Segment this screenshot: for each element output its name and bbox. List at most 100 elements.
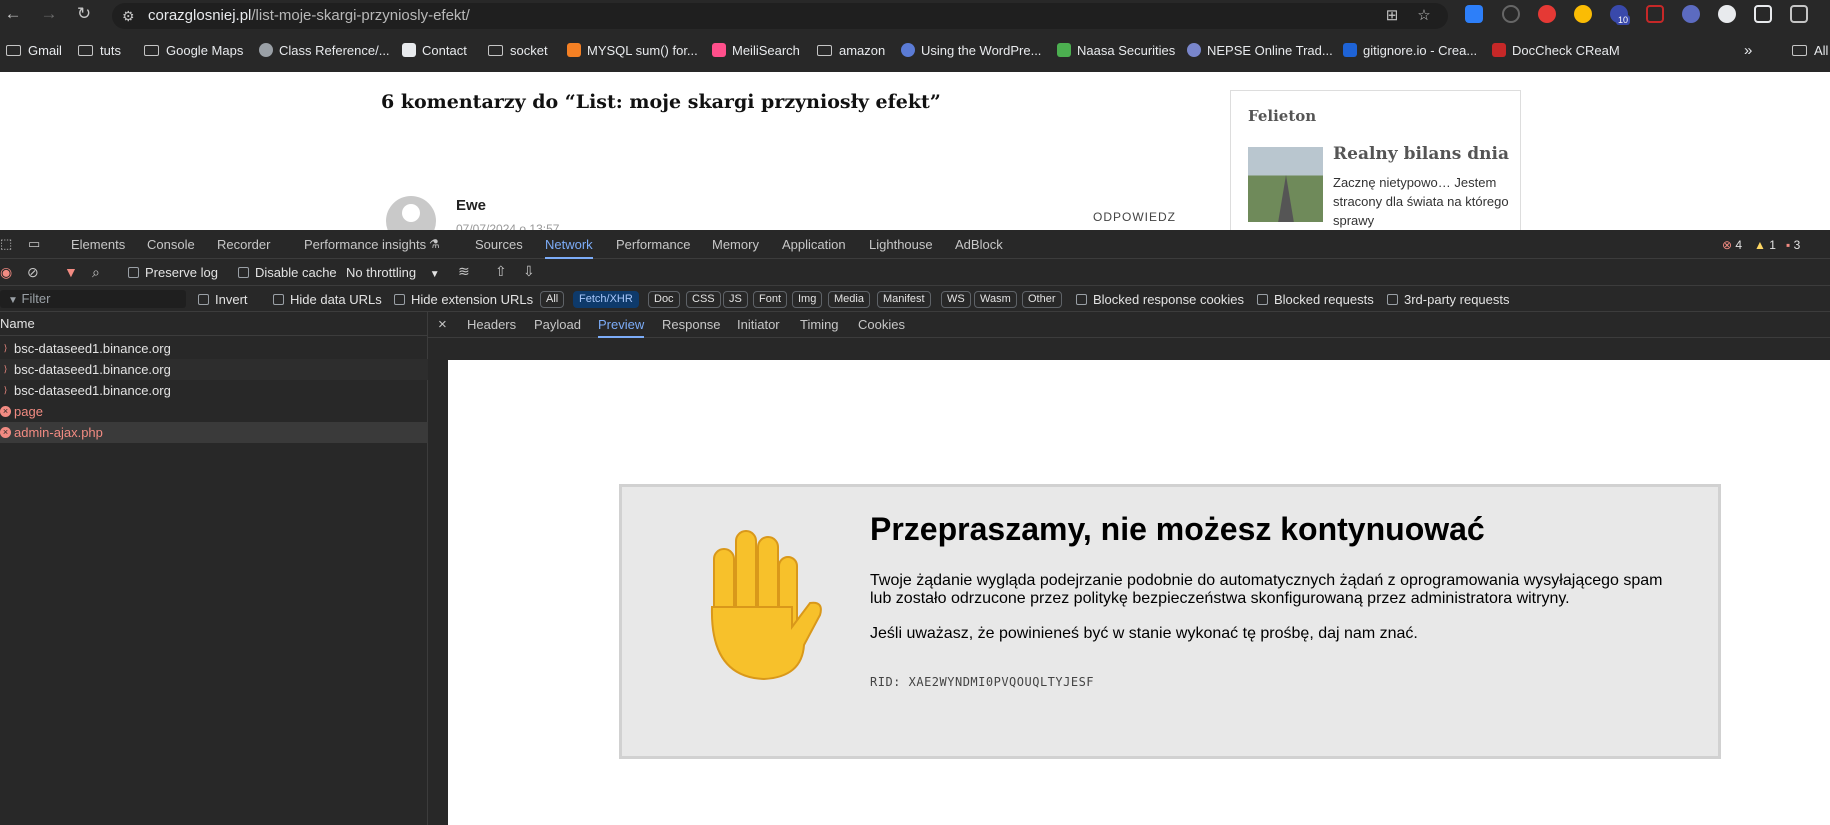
comment-date[interactable]: 07/07/2024 o 13:57 — [456, 222, 559, 230]
tab-performance-insights[interactable]: Performance insights — [304, 230, 426, 259]
tab-recorder[interactable]: Recorder — [217, 230, 270, 259]
bookmark-socket[interactable]: socket — [488, 40, 548, 62]
bookmark-doccheck[interactable]: DocCheck CReaM — [1492, 40, 1620, 62]
network-toolbar: ◉ ⊘ ▼ ⌕ Preserve log Disable cache No th… — [0, 259, 1830, 286]
type-filter-font[interactable]: Font — [753, 291, 788, 308]
tab-timing[interactable]: Timing — [800, 312, 839, 338]
hide-extension-urls-checkbox[interactable]: Hide extension URLs — [394, 292, 533, 307]
address-bar[interactable]: ⚙ corazglosniej.pl/list-moje-skargi-przy… — [112, 3, 1448, 29]
export-har-icon[interactable]: ⇩ — [523, 263, 535, 280]
bookmark-contact[interactable]: Contact — [402, 40, 467, 62]
request-row[interactable]: ⟩ bsc-dataseed1.binance.org — [0, 359, 428, 380]
type-filter-other[interactable]: Other — [1022, 291, 1062, 308]
disable-cache-checkbox[interactable]: Disable cache — [238, 265, 337, 280]
extensions-puzzle-icon[interactable] — [1790, 5, 1808, 23]
close-icon[interactable]: × — [438, 316, 447, 333]
tab-preview[interactable]: Preview — [598, 312, 645, 338]
invert-checkbox[interactable]: Invert — [198, 292, 248, 307]
tab-performance[interactable]: Performance — [616, 230, 690, 259]
tab-elements[interactable]: Elements — [71, 230, 125, 259]
tab-network[interactable]: Network — [545, 230, 593, 259]
site-info-icon[interactable]: ⚙ — [122, 3, 135, 29]
request-name: bsc-dataseed1.binance.org — [14, 362, 171, 377]
extension-icon-6[interactable] — [1646, 5, 1664, 23]
inspect-element-icon[interactable]: ⬚ — [0, 236, 12, 252]
filter-icon[interactable]: ▼ — [64, 264, 78, 280]
bookmark-google-maps[interactable]: Google Maps — [144, 40, 243, 62]
extension-icon-8[interactable] — [1718, 5, 1736, 23]
reply-link[interactable]: ODPOWIEDZ — [1093, 210, 1176, 224]
type-filter-media[interactable]: Media — [828, 291, 870, 308]
checkbox-label: Blocked response cookies — [1093, 292, 1245, 307]
tab-sources[interactable]: Sources — [475, 230, 523, 259]
network-conditions-icon[interactable]: ≋ — [458, 263, 470, 280]
preserve-log-checkbox[interactable]: Preserve log — [128, 265, 218, 280]
extension-icon-9[interactable] — [1754, 5, 1772, 23]
article-thumbnail[interactable] — [1248, 147, 1323, 222]
all-bookmarks[interactable]: All — [1792, 40, 1828, 62]
forward-icon[interactable]: → — [38, 3, 60, 25]
bookmark-tuts[interactable]: tuts — [78, 40, 121, 62]
bookmark-star-icon[interactable]: ☆ — [1412, 3, 1436, 29]
article-title[interactable]: Realny bilans dnia — [1333, 144, 1509, 164]
extension-icon-1[interactable] — [1465, 5, 1483, 23]
request-row[interactable]: × page — [0, 401, 428, 422]
tab-application[interactable]: Application — [782, 230, 846, 259]
blocked-requests-checkbox[interactable]: Blocked requests — [1257, 292, 1374, 307]
type-filter-img[interactable]: Img — [792, 291, 823, 308]
url-domain: corazglosniej.pl — [148, 7, 252, 24]
tab-console[interactable]: Console — [147, 230, 195, 259]
filter-input[interactable]: ▼ Filter — [0, 290, 186, 308]
extension-icon-2[interactable] — [1502, 5, 1520, 23]
type-filter-all[interactable]: All — [540, 291, 565, 308]
search-icon[interactable]: ⌕ — [92, 264, 100, 281]
request-row-selected[interactable]: × admin-ajax.php — [0, 422, 428, 443]
issue-count[interactable]: ▪ 3 — [1786, 238, 1800, 252]
record-stop-icon[interactable]: ◉ — [0, 264, 12, 281]
tab-adblock[interactable]: AdBlock — [955, 230, 1003, 259]
bookmark-using-wordpress[interactable]: Using the WordPre... — [901, 40, 1041, 62]
extension-icon-4[interactable] — [1574, 5, 1592, 23]
request-name: bsc-dataseed1.binance.org — [14, 341, 171, 356]
hide-data-urls-checkbox[interactable]: Hide data URLs — [273, 292, 382, 307]
type-filter-ws[interactable]: WS — [941, 291, 971, 308]
type-filter-manifest[interactable]: Manifest — [877, 291, 931, 308]
extension-icon-7[interactable] — [1682, 5, 1700, 23]
bookmark-nepse[interactable]: NEPSE Online Trad... — [1187, 40, 1333, 62]
throttling-select[interactable]: No throttling ▼ — [346, 265, 440, 280]
type-filter-wasm[interactable]: Wasm — [974, 291, 1017, 308]
bookmark-amazon[interactable]: amazon — [817, 40, 885, 62]
type-filter-doc[interactable]: Doc — [648, 291, 680, 308]
tab-initiator[interactable]: Initiator — [737, 312, 780, 338]
error-count[interactable]: ⊗ 4 — [1722, 238, 1742, 252]
third-party-requests-checkbox[interactable]: 3rd-party requests — [1387, 292, 1510, 307]
request-row[interactable]: ⟩ bsc-dataseed1.binance.org — [0, 338, 428, 359]
type-filter-css[interactable]: CSS — [686, 291, 721, 308]
bookmark-naasa[interactable]: Naasa Securities — [1057, 40, 1175, 62]
type-filter-fetch-xhr[interactable]: Fetch/XHR — [573, 291, 639, 308]
bookmark-gitignore[interactable]: gitignore.io - Crea... — [1343, 40, 1477, 62]
clear-icon[interactable]: ⊘ — [27, 264, 39, 281]
tab-lighthouse[interactable]: Lighthouse — [869, 230, 933, 259]
tab-memory[interactable]: Memory — [712, 230, 759, 259]
bookmark-meilisearch[interactable]: MeiliSearch — [712, 40, 800, 62]
tab-payload[interactable]: Payload — [534, 312, 581, 338]
bookmark-class-reference[interactable]: Class Reference/... — [259, 40, 390, 62]
bookmarks-overflow-icon[interactable]: » — [1744, 40, 1752, 62]
extension-icon-3[interactable] — [1538, 5, 1556, 23]
import-har-icon[interactable]: ⇧ — [495, 263, 507, 280]
tab-headers[interactable]: Headers — [467, 312, 516, 338]
name-column-header[interactable]: Name — [0, 312, 428, 336]
translate-icon[interactable]: ⊞ — [1380, 3, 1404, 29]
request-row[interactable]: ⟩ bsc-dataseed1.binance.org — [0, 380, 428, 401]
reload-icon[interactable]: ↻ — [73, 3, 95, 25]
tab-cookies[interactable]: Cookies — [858, 312, 905, 338]
device-toolbar-icon[interactable]: ▭ — [28, 236, 40, 252]
tab-response[interactable]: Response — [662, 312, 721, 338]
bookmark-mysql[interactable]: MYSQL sum() for... — [567, 40, 698, 62]
bookmark-gmail[interactable]: Gmail — [6, 40, 62, 62]
blocked-response-cookies-checkbox[interactable]: Blocked response cookies — [1076, 292, 1244, 307]
type-filter-js[interactable]: JS — [723, 291, 748, 308]
back-icon[interactable]: ← — [2, 3, 24, 25]
warning-count[interactable]: ▲ 1 — [1754, 238, 1776, 252]
